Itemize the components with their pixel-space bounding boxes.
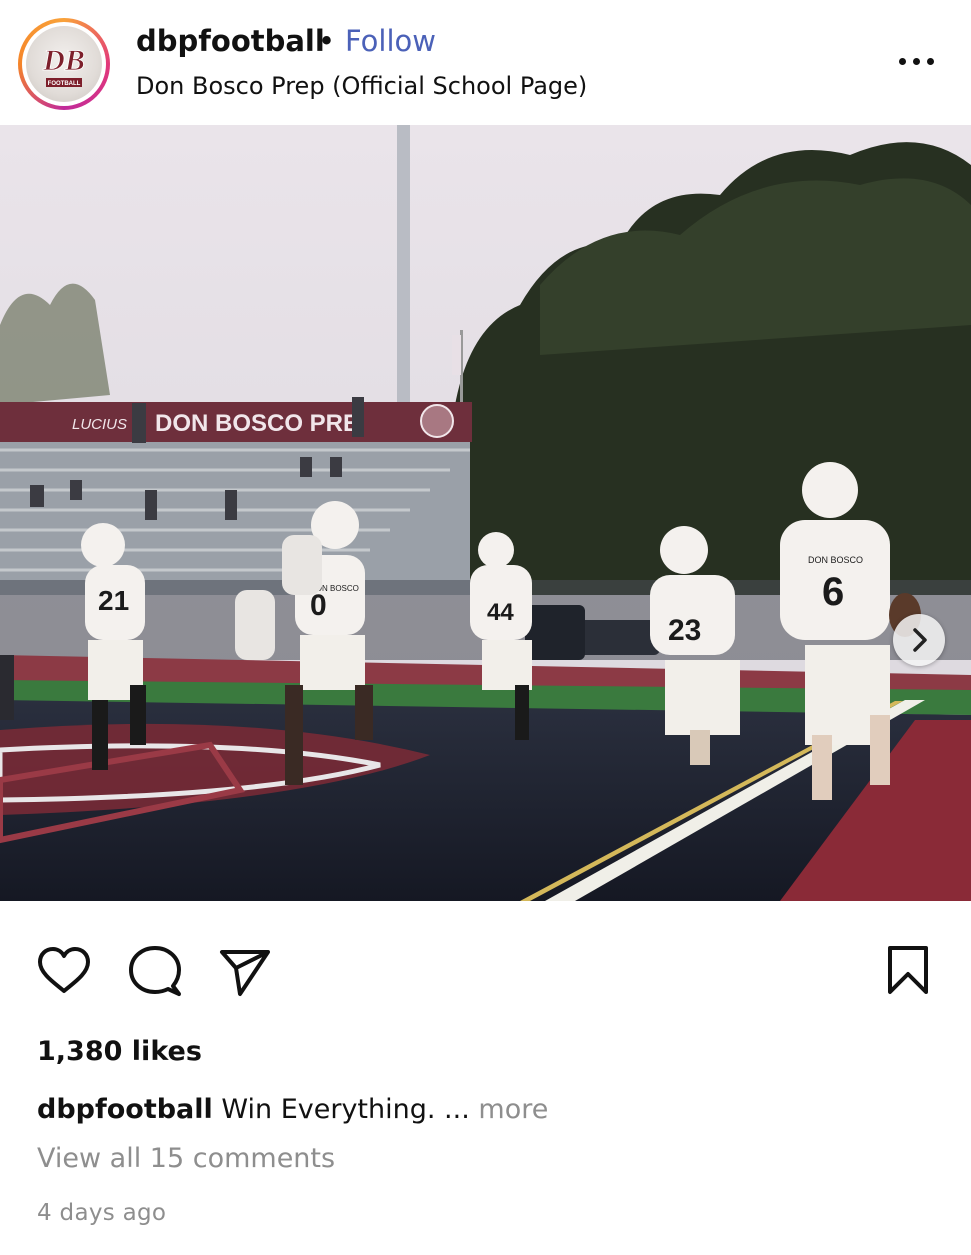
view-comments-link[interactable]: View all 15 comments bbox=[37, 1143, 335, 1174]
banner-text: DON BOSCO PRE bbox=[155, 410, 359, 437]
account-subtitle: Don Bosco Prep (Official School Page) bbox=[136, 72, 588, 100]
svg-text:21: 21 bbox=[98, 585, 129, 616]
svg-text:FOOTBALL: FOOTBALL bbox=[48, 81, 81, 87]
banner-sponsor: LUCIUS bbox=[72, 416, 127, 433]
post-header: DB FOOTBALL dbpfootball • Follow Don Bos… bbox=[0, 0, 971, 125]
team-logo: DB FOOTBALL bbox=[26, 26, 102, 102]
svg-text:23: 23 bbox=[668, 614, 701, 647]
caption-text: Win Everything. ... bbox=[221, 1094, 470, 1125]
save-button[interactable] bbox=[885, 944, 931, 996]
caption-username[interactable]: dbpfootball bbox=[37, 1094, 213, 1125]
like-button[interactable] bbox=[36, 944, 92, 1000]
svg-text:44: 44 bbox=[487, 599, 514, 626]
post-image[interactable]: LUCIUS DON BOSCO PRE 21 0 DON BOSCO 44 2… bbox=[0, 125, 971, 901]
heart-icon bbox=[38, 947, 90, 993]
post-timestamp: 4 days ago bbox=[37, 1200, 167, 1226]
more-options-icon[interactable] bbox=[895, 47, 939, 75]
follow-button[interactable]: Follow bbox=[345, 24, 436, 58]
share-icon bbox=[220, 950, 270, 996]
avatar[interactable]: DB FOOTBALL bbox=[18, 18, 110, 110]
comment-icon bbox=[129, 946, 181, 996]
bookmark-icon bbox=[888, 946, 928, 994]
svg-text:DB: DB bbox=[42, 44, 85, 77]
svg-text:DON BOSCO: DON BOSCO bbox=[808, 555, 863, 565]
separator-dot: • bbox=[318, 24, 336, 58]
caption-more-link[interactable]: more bbox=[478, 1094, 548, 1125]
likes-count[interactable]: 1,380 likes bbox=[37, 1036, 202, 1067]
comment-button[interactable] bbox=[127, 944, 183, 1000]
next-image-button[interactable] bbox=[893, 614, 945, 666]
svg-text:6: 6 bbox=[822, 570, 844, 614]
chevron-right-icon bbox=[913, 628, 927, 652]
caption: dbpfootball Win Everything. ... more bbox=[37, 1094, 548, 1125]
username-link[interactable]: dbpfootball bbox=[136, 24, 325, 58]
share-button[interactable] bbox=[218, 946, 272, 998]
